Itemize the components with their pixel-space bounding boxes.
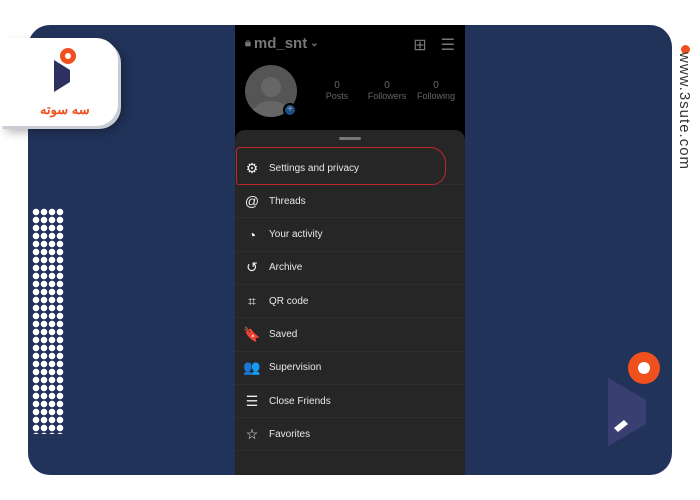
menu-item-label: Saved	[269, 329, 298, 340]
account-switcher[interactable]: 🔒︎ md_snt ⌄	[245, 35, 319, 52]
star-icon: ☆	[245, 425, 259, 442]
menu-item-label: Archive	[269, 262, 303, 274]
threads-icon: @	[244, 193, 260, 210]
menu-sheet: ⚙ Settings and privacy @ Threads ◔ Your activ…	[235, 130, 465, 475]
menu-item[interactable]: ☆ Favorites	[235, 418, 465, 452]
menu-item-label: Settings and privacy	[269, 162, 360, 174]
menu-item[interactable]: ⚙ Settings and privacy	[235, 152, 465, 185]
create-icon[interactable]: ⊞	[413, 35, 426, 55]
menu-item-label: Favorites	[269, 428, 311, 440]
logo-mark-icon	[54, 48, 76, 92]
website-url: www.3sute.com	[676, 52, 693, 171]
decorative-dots	[32, 208, 64, 434]
menu-item-label: Your activity	[269, 229, 323, 241]
supervision-icon: 👥	[243, 359, 261, 376]
chevron-down-icon: ⌄	[310, 38, 319, 49]
stat-label: Following	[416, 91, 456, 101]
stat-following[interactable]: 0 Following	[406, 80, 465, 101]
brand-mark-icon	[608, 352, 660, 446]
brand-logo: سه سوته	[0, 38, 118, 126]
activity-icon: ◔	[247, 226, 257, 243]
menu-item[interactable]: ⌗ QR code	[235, 285, 465, 319]
qr-code-icon: ⌗	[248, 292, 256, 309]
menu-item-label: QR code	[269, 295, 309, 307]
menu-item-label: Close Friends	[269, 395, 331, 407]
menu-item[interactable]: 👥 Supervision	[235, 352, 465, 385]
add-story-icon[interactable]: +	[283, 103, 297, 117]
username: md_snt	[253, 35, 308, 52]
phone-screen: 🔒︎ md_snt ⌄ ⊞ ☰ + 0 Posts 0 Followers 0 Follow…	[235, 25, 465, 475]
menu-item-label: Threads	[269, 195, 306, 207]
menu-item[interactable]: ☰ Close Friends	[235, 385, 465, 419]
logo-text: سه سوته	[40, 102, 90, 117]
menu-item[interactable]: ↺ Archive	[235, 252, 465, 285]
menu-item[interactable]: 🔖 Saved	[235, 319, 465, 352]
lock-icon: 🔒︎	[245, 37, 251, 49]
stat-value: 0	[433, 80, 439, 91]
list-icon: ☰	[245, 392, 259, 409]
menu-item[interactable]: @ Threads	[235, 185, 465, 219]
bookmark-icon: 🔖	[243, 326, 261, 342]
archive-icon: ↺	[246, 259, 258, 276]
gear-icon: ⚙	[245, 159, 259, 176]
menu-item[interactable]: ◔ Your activity	[235, 219, 465, 252]
menu-item-label: Supervision	[269, 362, 322, 374]
menu-icon[interactable]: ☰	[441, 35, 455, 55]
drag-handle[interactable]	[339, 137, 361, 140]
